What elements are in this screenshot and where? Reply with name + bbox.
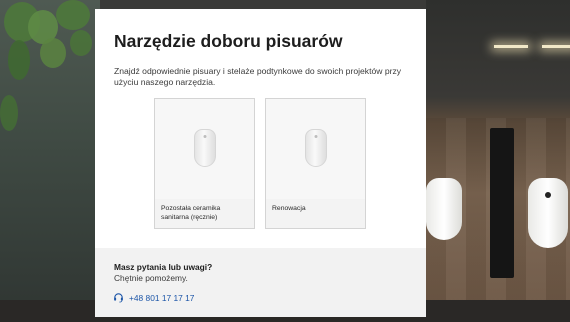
card-label: Renowacja xyxy=(272,205,306,212)
urinal-icon xyxy=(193,129,216,167)
wall-panel xyxy=(490,128,514,278)
urinal-icon xyxy=(304,129,327,167)
contact-footer: Masz pytania lub uwagi? Chętnie pomożemy… xyxy=(95,248,426,317)
contact-title: Masz pytania lub uwagi? xyxy=(114,262,213,272)
card-image xyxy=(155,99,254,199)
dialog-title: Narzędzie doboru pisuarów xyxy=(114,31,343,51)
dialog-subtitle: Znajdź odpowiednie pisuary i stelaże pod… xyxy=(114,66,402,87)
headset-icon xyxy=(113,292,124,303)
option-card-other-ceramics[interactable]: Pozostała ceramika sanitarna (ręcznie) xyxy=(154,98,255,229)
urinal-selector-dialog: Narzędzie doboru pisuarów Znajdź odpowie… xyxy=(95,9,426,317)
phone-link[interactable]: +48 801 17 17 17 xyxy=(113,292,194,303)
contact-subtitle: Chętnie pomożemy. xyxy=(114,273,188,283)
background-urinal xyxy=(528,178,568,248)
card-image xyxy=(266,99,365,199)
card-label: Pozostała ceramika sanitarna (ręcznie) xyxy=(161,205,221,221)
phone-number: +48 801 17 17 17 xyxy=(129,292,195,303)
option-card-renovation[interactable]: Renowacja xyxy=(265,98,366,229)
background-urinal xyxy=(426,178,462,240)
